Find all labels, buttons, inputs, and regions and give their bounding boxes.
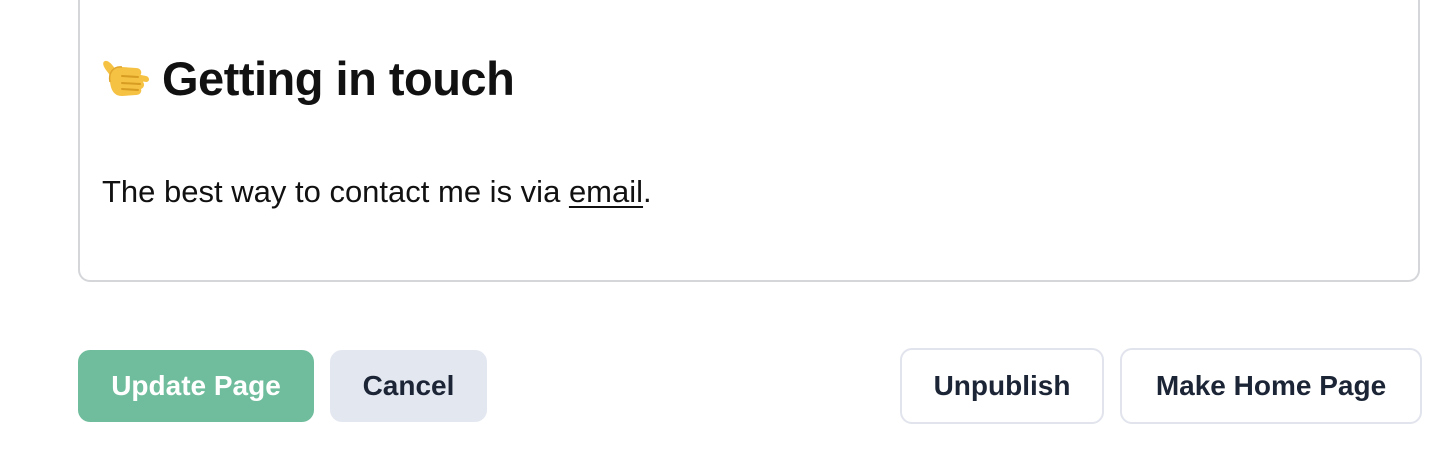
email-link[interactable]: email	[569, 174, 643, 209]
page-heading: Getting in touch	[102, 51, 515, 105]
body-text-prefix: The best way to contact me is via	[102, 174, 569, 209]
body-text-suffix: .	[643, 174, 652, 209]
page-content-preview: Getting in touch The best way to contact…	[78, 0, 1420, 282]
unpublish-button[interactable]: Unpublish	[900, 348, 1104, 424]
make-home-page-button[interactable]: Make Home Page	[1120, 348, 1422, 424]
cancel-button[interactable]: Cancel	[330, 350, 487, 422]
page-body-paragraph: The best way to contact me is via email.	[102, 176, 652, 207]
call-me-hand-icon	[102, 54, 152, 102]
page-heading-text: Getting in touch	[162, 51, 515, 105]
update-page-button[interactable]: Update Page	[78, 350, 314, 422]
